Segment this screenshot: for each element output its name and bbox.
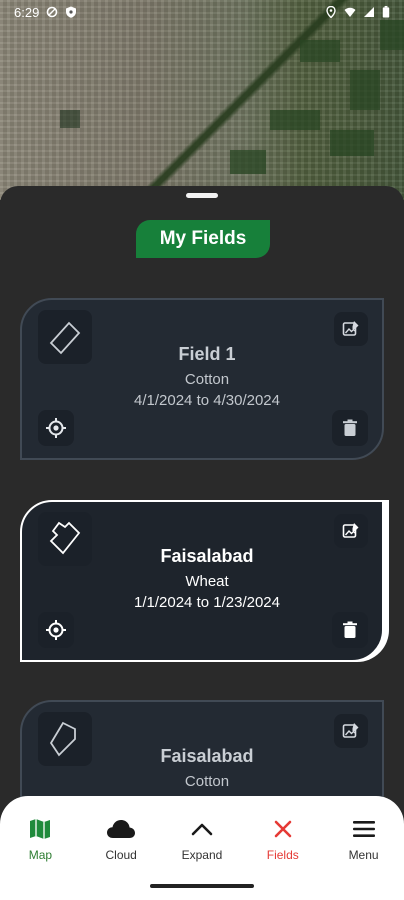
- nav-label: Expand: [181, 848, 223, 862]
- field-name: Faisalabad: [160, 746, 254, 766]
- edit-image-icon: [342, 523, 359, 538]
- satellite-map[interactable]: [0, 0, 404, 200]
- nav-menu[interactable]: Menu: [328, 816, 400, 862]
- fields-list[interactable]: Field 1 Cotton 4/1/2024 to 4/30/2024 Fai…: [0, 282, 404, 802]
- crosshair-icon: [46, 620, 66, 640]
- edit-image-icon: [342, 723, 359, 738]
- field-shape-thumbnail: [38, 310, 92, 364]
- bottom-navigation: Map Cloud Expand Fields Menu: [0, 796, 404, 876]
- field-polygon-icon: [49, 721, 76, 757]
- trash-icon: [343, 419, 357, 436]
- field-shape-thumbnail: [38, 512, 92, 566]
- field-crop: Cotton: [184, 773, 230, 790]
- trash-icon: [343, 621, 357, 638]
- field-card[interactable]: Field 1 Cotton 4/1/2024 to 4/30/2024: [20, 298, 384, 460]
- field-crop: Cotton: [184, 371, 230, 388]
- map-icon: [30, 819, 51, 839]
- nav-label: Cloud: [105, 848, 137, 862]
- nav-map[interactable]: Map: [4, 816, 76, 862]
- field-date-range: 1/1/2024 to 1/23/2024: [134, 594, 280, 611]
- nav-fields[interactable]: Fields: [247, 816, 319, 862]
- sheet-title: My Fields: [136, 220, 270, 258]
- field-name: Field 1: [178, 344, 236, 364]
- close-icon: [274, 820, 292, 838]
- hamburger-menu-icon: [352, 821, 375, 837]
- home-gesture-bar[interactable]: [150, 884, 254, 888]
- edit-field-button[interactable]: [334, 714, 368, 748]
- chevron-up-icon: [191, 823, 213, 836]
- crosshair-icon: [46, 418, 66, 438]
- location-icon: [326, 6, 336, 18]
- locate-field-button[interactable]: [38, 612, 74, 648]
- shield-icon: [66, 6, 77, 18]
- edit-field-button[interactable]: [334, 312, 368, 346]
- cloud-icon: [107, 820, 136, 838]
- sheet-drag-handle[interactable]: [186, 193, 218, 198]
- system-gesture-area: [0, 876, 404, 900]
- nav-label: Fields: [266, 848, 299, 862]
- field-polygon-icon: [49, 521, 81, 555]
- field-name: Faisalabad: [160, 546, 254, 566]
- fields-bottom-sheet: My Fields Field 1 Cotton 4/1/2024 to 4/3…: [0, 186, 404, 900]
- field-shape-thumbnail: [38, 712, 92, 766]
- battery-icon: [382, 6, 390, 18]
- field-polygon-icon: [49, 321, 81, 355]
- status-bar: 6:29: [0, 0, 404, 24]
- edit-field-button[interactable]: [334, 514, 368, 548]
- nav-label: Menu: [348, 848, 379, 862]
- signal-icon: [364, 7, 374, 17]
- map-field-patches: [0, 0, 404, 200]
- nav-cloud[interactable]: Cloud: [85, 816, 157, 862]
- field-card-selected[interactable]: Faisalabad Wheat 1/1/2024 to 1/23/2024: [20, 500, 384, 662]
- edit-image-icon: [342, 321, 359, 336]
- delete-field-button[interactable]: [332, 612, 368, 648]
- wifi-icon: [344, 7, 356, 17]
- screen: 6:29 My Fields Field 1 Cotton 4/1/2024 t…: [0, 0, 404, 900]
- nav-label: Map: [28, 848, 53, 862]
- nav-expand[interactable]: Expand: [166, 816, 238, 862]
- status-time: 6:29: [14, 4, 40, 20]
- field-crop: Wheat: [185, 573, 229, 590]
- locate-field-button[interactable]: [38, 410, 74, 446]
- delete-field-button[interactable]: [332, 410, 368, 446]
- data-saver-icon: [47, 6, 58, 18]
- field-date-range: 4/1/2024 to 4/30/2024: [134, 392, 280, 409]
- field-card[interactable]: Faisalabad Cotton: [20, 700, 384, 802]
